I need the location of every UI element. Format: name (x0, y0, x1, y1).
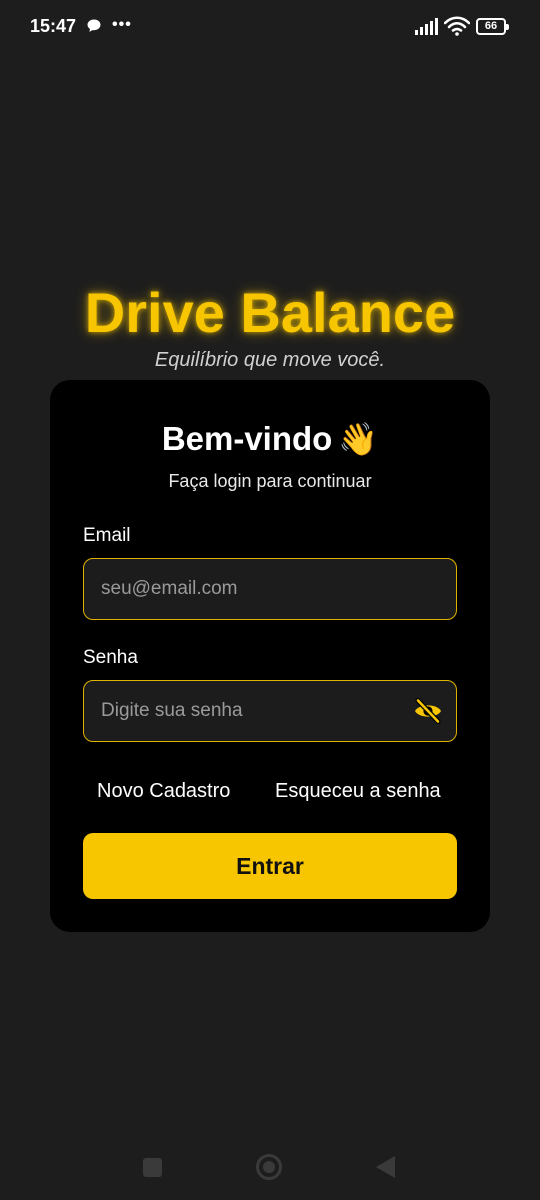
signal-icon (415, 18, 438, 35)
eye-off-icon (415, 698, 441, 724)
password-visibility-toggle[interactable] (412, 696, 444, 726)
waving-hand-icon: 👋 (338, 421, 379, 457)
forgot-password-link[interactable]: Esqueceu a senha (275, 780, 441, 803)
wifi-icon (444, 16, 470, 36)
battery-icon: 66 (476, 18, 509, 35)
navigation-bar (0, 1140, 540, 1200)
login-instructions: Faça login para continuar (168, 471, 372, 491)
app-title: Drive Balance (84, 281, 456, 344)
status-time: 15:47 (30, 16, 77, 36)
login-card: Bem-vindo 👋 Faça login para continuar Ema… (50, 380, 490, 932)
password-label: Senha (83, 647, 138, 668)
register-link[interactable]: Novo Cadastro (97, 780, 230, 803)
welcome-heading: Bem-vindo 👋 (50, 420, 490, 458)
recent-apps-button[interactable] (143, 1158, 162, 1177)
home-button[interactable] (256, 1154, 282, 1180)
app-tagline: Equilíbrio que move você. (154, 349, 386, 371)
login-button[interactable]: Entrar (83, 833, 457, 899)
password-field[interactable] (83, 680, 457, 742)
more-notifications-icon: ••• (112, 16, 132, 33)
email-field[interactable] (83, 558, 457, 620)
status-bar: 15:47 ••• 66 (0, 0, 540, 56)
chat-bubble-icon (87, 19, 101, 32)
home-circle-icon (263, 1161, 275, 1173)
back-button[interactable] (376, 1156, 395, 1178)
welcome-heading-text: Bem-vindo (161, 420, 333, 457)
email-label: Email (83, 525, 131, 546)
